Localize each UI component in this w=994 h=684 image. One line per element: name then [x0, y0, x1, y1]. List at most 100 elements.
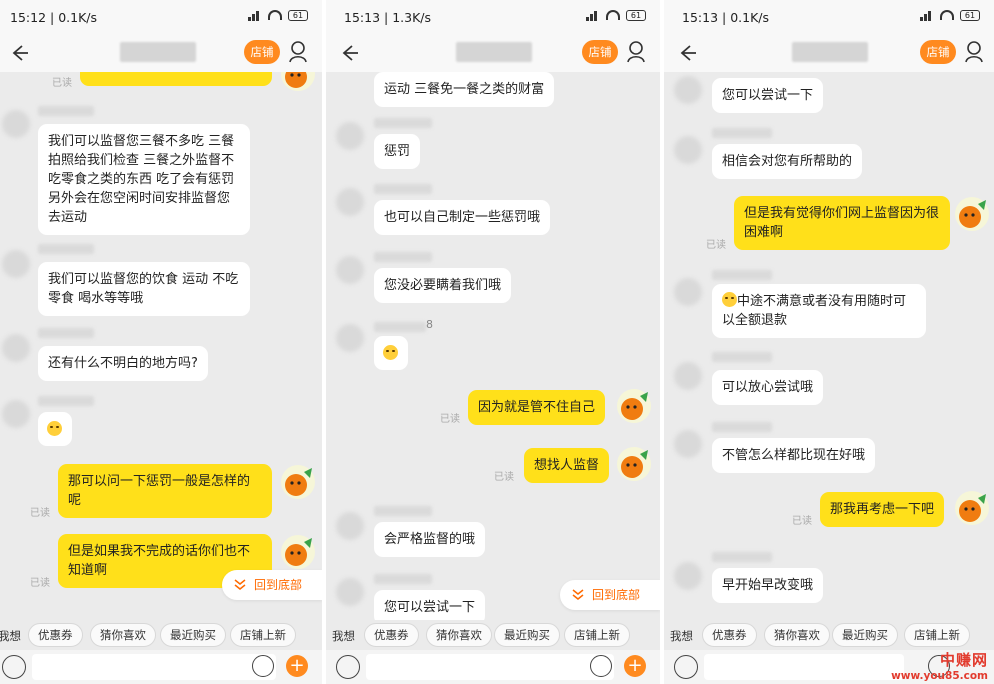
- emoji-icon: [722, 292, 737, 307]
- user-avatar: [281, 465, 315, 499]
- message-input[interactable]: [32, 654, 276, 680]
- message-input[interactable]: [704, 654, 904, 680]
- user-avatar: [617, 389, 651, 423]
- chevron-down-icon: [572, 589, 584, 600]
- user-avatar: [281, 535, 315, 569]
- chip-recent-purchase[interactable]: 最近购买: [160, 623, 226, 647]
- network-speed: 0.1K/s: [58, 10, 98, 25]
- network-speed: 0.1K/s: [730, 10, 770, 25]
- back-arrow-icon[interactable]: [676, 42, 698, 64]
- status-bar: 15:13 | 1.3K/s 61: [326, 0, 660, 34]
- contact-name: [712, 128, 772, 138]
- signal-icon: [248, 9, 262, 21]
- contact-avatar: [2, 110, 30, 138]
- emoji-icon: [47, 421, 62, 436]
- wifi-icon: [268, 10, 282, 20]
- emoji-picker-icon[interactable]: [590, 655, 612, 677]
- contact-avatar: [336, 122, 364, 150]
- message-bubble-out: 那我再考虑一下吧: [820, 492, 945, 527]
- message-bubble-in: 运动 三餐免一餐之类的财富: [374, 72, 555, 107]
- message-bubble-in: 可以放心尝试哦: [712, 370, 824, 405]
- watermark-logo: 中赚网 www.you85.com: [891, 649, 988, 682]
- contact-name: [38, 106, 94, 116]
- profile-icon[interactable]: [964, 40, 986, 64]
- quick-label: 我想: [332, 629, 355, 643]
- plus-button[interactable]: +: [624, 655, 646, 677]
- profile-icon[interactable]: [626, 40, 648, 64]
- read-receipt: 已读: [30, 578, 50, 589]
- message-bubble-out: 想找人监督: [524, 448, 610, 483]
- message-input[interactable]: [366, 654, 614, 680]
- contact-name: [712, 552, 772, 562]
- back-arrow-icon[interactable]: [8, 42, 30, 64]
- battery-icon: 61: [626, 9, 646, 21]
- chip-recommend[interactable]: 猜你喜欢: [90, 623, 156, 647]
- contact-name: [38, 328, 94, 338]
- message-bubble-out: 那可以问一下惩罚一般是怎样的呢: [58, 464, 272, 518]
- chat-header: 店铺: [664, 34, 994, 72]
- contact-avatar: [2, 400, 30, 428]
- chat-header: 店铺: [326, 34, 660, 72]
- shop-button[interactable]: 店铺: [582, 40, 618, 64]
- contact-avatar: [336, 256, 364, 284]
- contact-name: [374, 118, 432, 128]
- message-bubble-in: 会严格监督的哦: [374, 522, 486, 557]
- contact-name-suffix: 8: [426, 318, 433, 331]
- message-bubble-in: 我们可以监督您三餐不多吃 三餐拍照给我们检查 三餐之外监督不吃零食之类的东西 吃…: [38, 124, 250, 235]
- chip-coupon[interactable]: 优惠券: [28, 623, 83, 647]
- message-bubble-in: 我们可以监督您的饮食 运动 不吃零食 喝水等等哦: [38, 262, 250, 316]
- input-bar: +: [0, 650, 322, 684]
- message-bubble-in: 您没必要瞒着我们哦: [374, 268, 512, 303]
- message-bubble-in: 中途不满意或者没有用随时可以全额退款: [712, 284, 926, 338]
- back-arrow-icon[interactable]: [338, 42, 360, 64]
- contact-avatar: [336, 188, 364, 216]
- chip-recommend[interactable]: 猜你喜欢: [764, 623, 830, 647]
- message-bubble-in: 相信会对您有所帮助的: [712, 144, 863, 179]
- chip-new-arrivals[interactable]: 店铺上新: [564, 623, 630, 647]
- message-list[interactable]: 已读 我们可以监督您三餐不多吃 三餐拍照给我们检查 三餐之外监督不吃零食之类的东…: [0, 72, 322, 620]
- chip-recent-purchase[interactable]: 最近购买: [494, 623, 560, 647]
- user-avatar: [955, 491, 989, 525]
- scroll-to-bottom-button[interactable]: 回到底部: [560, 580, 660, 610]
- contact-name: [374, 322, 426, 332]
- plus-button[interactable]: +: [286, 655, 308, 677]
- user-avatar: [955, 197, 989, 231]
- chat-header: 店铺: [0, 34, 322, 72]
- contact-name: [712, 352, 772, 362]
- voice-icon[interactable]: [674, 655, 698, 679]
- status-time: 15:13: [682, 10, 719, 25]
- contact-name: [712, 270, 772, 280]
- shop-button[interactable]: 店铺: [244, 40, 280, 64]
- message-bubble-emoji: [374, 336, 408, 370]
- chip-new-arrivals[interactable]: 店铺上新: [904, 623, 970, 647]
- contact-avatar: [674, 562, 702, 590]
- contact-name: [374, 184, 432, 194]
- profile-icon[interactable]: [288, 40, 310, 64]
- emoji-picker-icon[interactable]: [252, 655, 274, 677]
- voice-icon[interactable]: [336, 655, 360, 679]
- wifi-icon: [940, 10, 954, 20]
- message-bubble-out: 因为就是管不住自己: [468, 390, 606, 425]
- shop-button[interactable]: 店铺: [920, 40, 956, 64]
- scroll-to-bottom-button[interactable]: 回到底部: [222, 570, 322, 600]
- status-bar: 15:13 | 0.1K/s 61: [664, 0, 994, 34]
- quick-label: 我想: [670, 629, 693, 643]
- signal-icon: [920, 9, 934, 21]
- emoji-icon: [383, 345, 398, 360]
- status-time: 15:13: [344, 10, 381, 25]
- message-list[interactable]: 运动 三餐免一餐之类的财富 惩罚 也可以自己制定一些惩罚哦 您没必要瞒着我们哦 …: [326, 72, 660, 620]
- contact-avatar: [336, 512, 364, 540]
- network-speed: 1.3K/s: [392, 10, 432, 25]
- contact-name: [374, 574, 432, 584]
- message-bubble-out-partial: [80, 72, 272, 86]
- contact-avatar: [2, 250, 30, 278]
- voice-icon[interactable]: [2, 655, 26, 679]
- chip-recent-purchase[interactable]: 最近购买: [832, 623, 898, 647]
- chip-new-arrivals[interactable]: 店铺上新: [230, 623, 296, 647]
- quick-reply-bar: 我想 优惠券 猜你喜欢 最近购买 店铺上新: [664, 620, 994, 650]
- message-list[interactable]: 您可以尝试一下 相信会对您有所帮助的 但是我有觉得你们网上监督因为很困难啊 已读…: [664, 72, 994, 620]
- status-time: 15:12: [10, 10, 47, 25]
- chip-recommend[interactable]: 猜你喜欢: [426, 623, 492, 647]
- chip-coupon[interactable]: 优惠券: [702, 623, 757, 647]
- chip-coupon[interactable]: 优惠券: [364, 623, 419, 647]
